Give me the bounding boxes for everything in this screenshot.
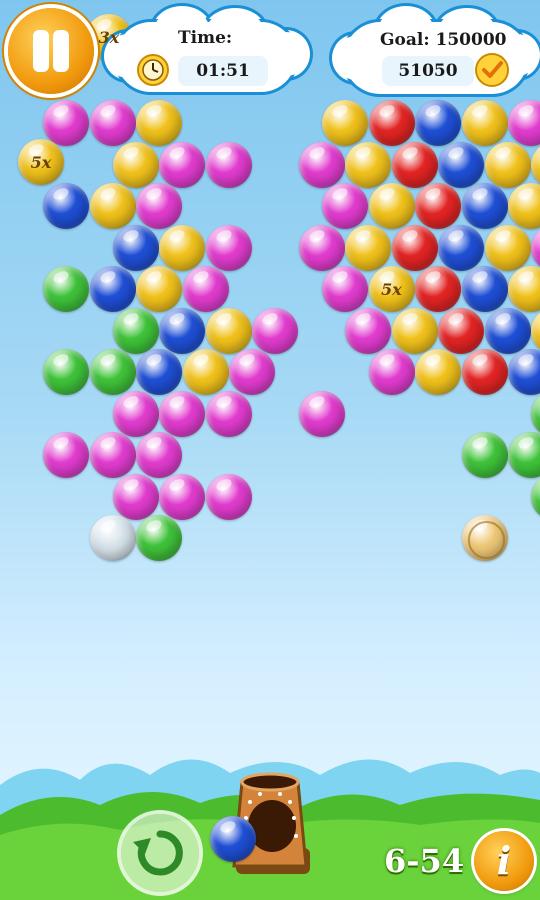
swap-bubble-button[interactable] — [121, 814, 199, 892]
magenta-bubble — [298, 141, 345, 188]
red-bubble — [415, 266, 461, 312]
yellow-bubble — [531, 307, 540, 354]
green-bubble — [112, 307, 159, 354]
blue-bubble — [415, 100, 461, 146]
magenta-bubble — [112, 390, 159, 437]
yellow-bubble — [345, 141, 392, 188]
green-bubble — [461, 432, 508, 478]
magenta-bubble — [112, 473, 159, 520]
game-board[interactable]: 5x 5x 3x Time: 01:51 Goal: 150000 51050 … — [0, 0, 540, 900]
yellow-bubble — [391, 307, 438, 354]
multiplier-label: 3x — [98, 27, 120, 47]
info-button[interactable]: i — [474, 831, 534, 891]
red-bubble — [461, 349, 508, 395]
yellow-bubble — [484, 224, 531, 271]
red-bubble — [391, 224, 438, 271]
clock-icon — [136, 53, 170, 87]
magenta-bubble — [531, 224, 540, 271]
green-bubble — [43, 349, 89, 395]
next-bubble — [210, 816, 256, 862]
multiplier-label: 5x — [30, 152, 52, 172]
magenta-bubble — [322, 183, 368, 229]
bonus-multiplier-bubble: 5x — [368, 266, 415, 312]
magenta-bubble — [205, 390, 252, 437]
red-bubble — [368, 100, 415, 146]
green-bubble — [531, 390, 540, 437]
blue-bubble — [43, 183, 89, 229]
magenta-bubble — [89, 432, 136, 478]
bonus-multiplier-bubble: 5x — [18, 139, 64, 185]
magenta-bubble — [43, 432, 89, 478]
yellow-bubble — [205, 307, 252, 354]
magenta-bubble — [159, 473, 206, 520]
yellow-bubble — [508, 183, 540, 229]
score-value: 51050 — [382, 56, 474, 86]
magenta-bubble — [322, 266, 368, 312]
magenta-bubble — [89, 100, 136, 146]
green-bubble — [43, 266, 89, 312]
time-label: Time: — [178, 28, 233, 48]
time-panel: Time: 01:51 — [104, 6, 310, 96]
yellow-bubble — [415, 349, 461, 395]
blue-bubble — [508, 349, 540, 395]
goal-label: Goal: 150000 — [380, 30, 507, 50]
time-value: 01:51 — [178, 56, 268, 86]
magenta-bubble — [229, 349, 275, 395]
blue-bubble — [112, 224, 159, 271]
yellow-bubble — [345, 224, 392, 271]
magenta-bubble — [345, 307, 392, 354]
red-bubble — [438, 307, 485, 354]
yellow-bubble — [322, 100, 368, 146]
blue-bubble — [438, 141, 485, 188]
yellow-bubble — [484, 141, 531, 188]
magenta-bubble — [159, 141, 206, 188]
blue-bubble — [159, 307, 206, 354]
magenta-bubble — [298, 224, 345, 271]
green-bubble — [508, 432, 540, 478]
yellow-bubble — [531, 141, 540, 188]
blue-bubble — [461, 183, 508, 229]
magenta-bubble — [136, 432, 182, 478]
green-bubble — [136, 515, 182, 561]
restart-icon — [133, 830, 183, 876]
red-bubble — [391, 141, 438, 188]
magenta-bubble — [368, 349, 415, 395]
goal-panel: Goal: 150000 51050 — [332, 6, 540, 98]
level-indicator: 6-54 — [384, 842, 465, 880]
magenta-bubble — [252, 307, 299, 354]
magenta-bubble — [205, 473, 252, 520]
yellow-bubble — [368, 183, 415, 229]
red-bubble — [415, 183, 461, 229]
multiplier-label: 5x — [381, 279, 402, 299]
green-bubble — [89, 349, 136, 395]
coin-bubble — [461, 515, 508, 561]
magenta-bubble — [182, 266, 229, 312]
blue-bubble — [89, 266, 136, 312]
info-icon: i — [496, 838, 512, 883]
yellow-bubble — [136, 100, 182, 146]
yellow-bubble — [89, 183, 136, 229]
green-bubble — [531, 473, 540, 520]
yellow-bubble — [159, 224, 206, 271]
yellow-bubble — [112, 141, 159, 188]
bonus-multiplier-bubble: 3x — [86, 14, 132, 60]
coin-ring — [467, 521, 506, 559]
yellow-bubble — [461, 100, 508, 146]
yellow-bubble — [508, 266, 540, 312]
yellow-bubble — [182, 349, 229, 395]
blue-bubble — [484, 307, 531, 354]
magenta-bubble — [205, 224, 252, 271]
blue-bubble — [438, 224, 485, 271]
yellow-bubble — [136, 266, 182, 312]
magenta-bubble — [159, 390, 206, 437]
silver-bubble — [89, 515, 136, 561]
pause-button[interactable] — [8, 8, 94, 94]
magenta-bubble — [298, 390, 345, 437]
blue-bubble — [461, 266, 508, 312]
magenta-bubble — [508, 100, 540, 146]
blue-bubble — [136, 349, 182, 395]
magenta-bubble — [205, 141, 252, 188]
check-icon — [474, 52, 510, 88]
magenta-bubble — [136, 183, 182, 229]
